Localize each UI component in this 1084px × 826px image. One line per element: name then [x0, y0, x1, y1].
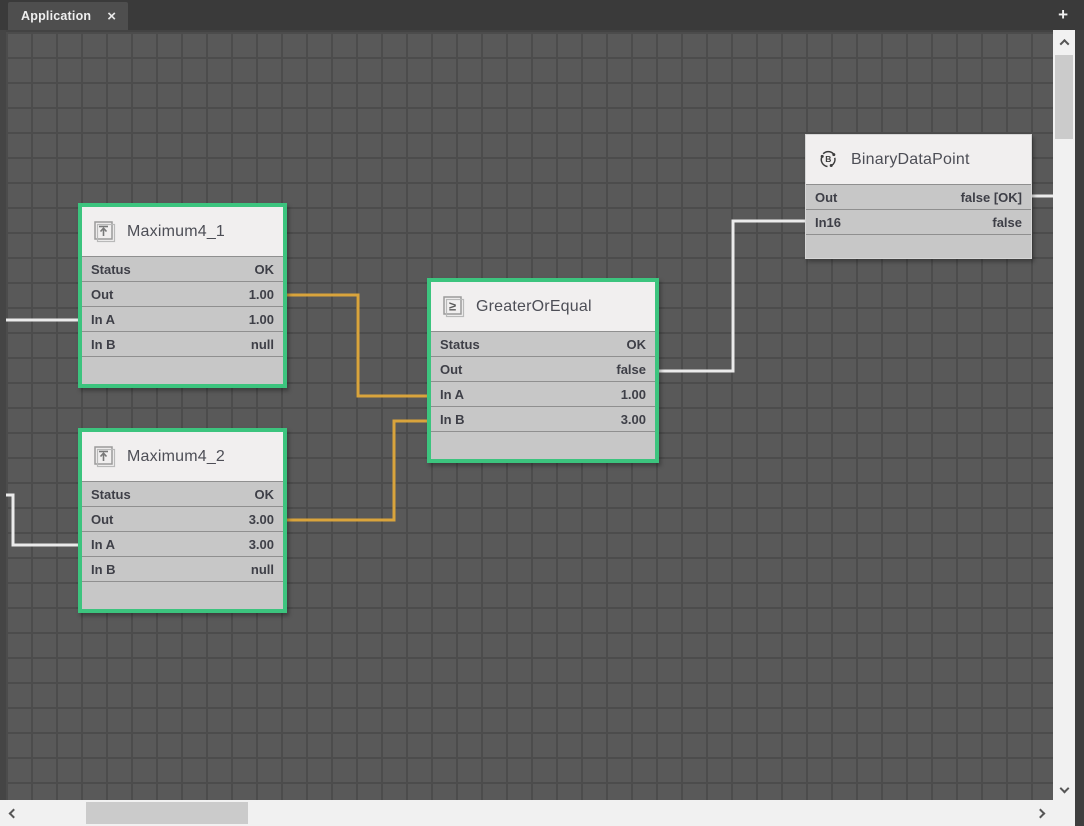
chevron-right-icon — [1035, 808, 1045, 818]
property-value: 3.00 — [249, 537, 274, 552]
property-label: Out — [815, 190, 837, 205]
property-value: false — [616, 362, 646, 377]
property-label: Out — [91, 512, 113, 527]
property-label: In B — [91, 562, 116, 577]
property-row-inb[interactable]: In B null — [82, 332, 283, 357]
window-right-edge — [1075, 30, 1084, 826]
node-title: GreaterOrEqual — [476, 298, 592, 316]
vertical-scrollbar[interactable] — [1053, 30, 1075, 800]
property-label: In A — [91, 312, 115, 327]
property-row-status[interactable]: Status OK — [82, 482, 283, 507]
node-greaterorequal[interactable]: ≥ GreaterOrEqual Status OK Out false In … — [427, 278, 659, 463]
maximum-icon — [93, 445, 116, 468]
node-maximum4-1[interactable]: Maximum4_1 Status OK Out 1.00 In A 1.00 … — [78, 203, 287, 388]
property-row-out[interactable]: Out false [OK] — [806, 185, 1031, 210]
property-value: 3.00 — [621, 412, 646, 427]
property-label: Status — [440, 337, 480, 352]
node-footer — [806, 235, 1031, 258]
node-footer — [431, 432, 655, 459]
property-value: OK — [255, 487, 275, 502]
vertical-scrollbar-thumb[interactable] — [1055, 55, 1073, 139]
property-row-ina[interactable]: In A 1.00 — [431, 382, 655, 407]
node-footer — [82, 582, 283, 609]
node-header[interactable]: Maximum4_2 — [82, 432, 283, 482]
property-value: OK — [255, 262, 275, 277]
scroll-left-button[interactable] — [0, 800, 26, 826]
property-label: Status — [91, 262, 131, 277]
node-title: Maximum4_1 — [127, 223, 225, 241]
property-value: 1.00 — [249, 312, 274, 327]
property-value: 1.00 — [621, 387, 646, 402]
application-window: Application × + — [0, 0, 1084, 826]
tab-bar: Application × + — [0, 0, 1084, 30]
wire-maximum4-2-out-to-gte-inb[interactable] — [287, 421, 427, 520]
property-label: In A — [91, 537, 115, 552]
scroll-right-button[interactable] — [1027, 800, 1053, 826]
node-footer — [82, 357, 283, 384]
node-maximum4-2[interactable]: Maximum4_2 Status OK Out 3.00 In A 3.00 … — [78, 428, 287, 613]
node-header[interactable]: ≥ GreaterOrEqual — [431, 282, 655, 332]
maximum-icon — [93, 220, 116, 243]
property-label: Status — [91, 487, 131, 502]
canvas-left-edge — [0, 30, 6, 800]
property-row-out[interactable]: Out false — [431, 357, 655, 382]
property-value: false — [992, 215, 1022, 230]
property-row-out[interactable]: Out 3.00 — [82, 507, 283, 532]
wire-maximum4-1-out-to-gte-ina[interactable] — [287, 295, 427, 396]
node-title: BinaryDataPoint — [851, 151, 970, 169]
wire-left-to-maximum4-2-ina[interactable] — [6, 495, 78, 545]
property-row-inb[interactable]: In B 3.00 — [431, 407, 655, 432]
svg-text:B: B — [825, 154, 831, 164]
node-header[interactable]: B BinaryDataPoint — [806, 135, 1031, 185]
svg-text:≥: ≥ — [449, 299, 456, 314]
property-label: Out — [91, 287, 113, 302]
scroll-down-button[interactable] — [1053, 776, 1075, 800]
node-title: Maximum4_2 — [127, 448, 225, 466]
binary-data-point-icon: B — [817, 148, 840, 171]
property-label: In16 — [815, 215, 841, 230]
property-row-ina[interactable]: In A 3.00 — [82, 532, 283, 557]
property-label: Out — [440, 362, 462, 377]
property-row-status[interactable]: Status OK — [431, 332, 655, 357]
horizontal-scrollbar-thumb[interactable] — [86, 802, 248, 824]
chevron-up-icon — [1059, 38, 1069, 48]
canvas-top-edge — [0, 30, 1053, 32]
property-label: In B — [91, 337, 116, 352]
property-row-in16[interactable]: In16 false — [806, 210, 1031, 235]
chevron-down-icon — [1059, 783, 1069, 793]
node-binarydatapoint[interactable]: B BinaryDataPoint Out false [OK] In16 fa… — [805, 134, 1032, 259]
property-value: OK — [627, 337, 647, 352]
property-label: In B — [440, 412, 465, 427]
tab-application[interactable]: Application × — [8, 2, 128, 30]
greater-or-equal-icon: ≥ — [442, 295, 465, 318]
horizontal-scrollbar[interactable] — [0, 800, 1053, 826]
chevron-left-icon — [8, 808, 18, 818]
tab-label: Application — [21, 9, 91, 23]
wire-gte-out-to-binarydatapoint-in16[interactable] — [659, 221, 805, 371]
property-value: 1.00 — [249, 287, 274, 302]
node-header[interactable]: Maximum4_1 — [82, 207, 283, 257]
property-value: null — [251, 562, 274, 577]
property-row-inb[interactable]: In B null — [82, 557, 283, 582]
property-row-status[interactable]: Status OK — [82, 257, 283, 282]
tab-close-icon[interactable]: × — [107, 9, 116, 24]
property-value: 3.00 — [249, 512, 274, 527]
scrollbar-corner — [1053, 800, 1075, 826]
property-value: false [OK] — [961, 190, 1022, 205]
property-label: In A — [440, 387, 464, 402]
wiresheet-canvas[interactable]: Maximum4_1 Status OK Out 1.00 In A 1.00 … — [0, 30, 1053, 800]
property-row-out[interactable]: Out 1.00 — [82, 282, 283, 307]
scroll-up-button[interactable] — [1053, 30, 1075, 54]
property-row-ina[interactable]: In A 1.00 — [82, 307, 283, 332]
add-tab-button[interactable]: + — [1058, 4, 1068, 26]
property-value: null — [251, 337, 274, 352]
